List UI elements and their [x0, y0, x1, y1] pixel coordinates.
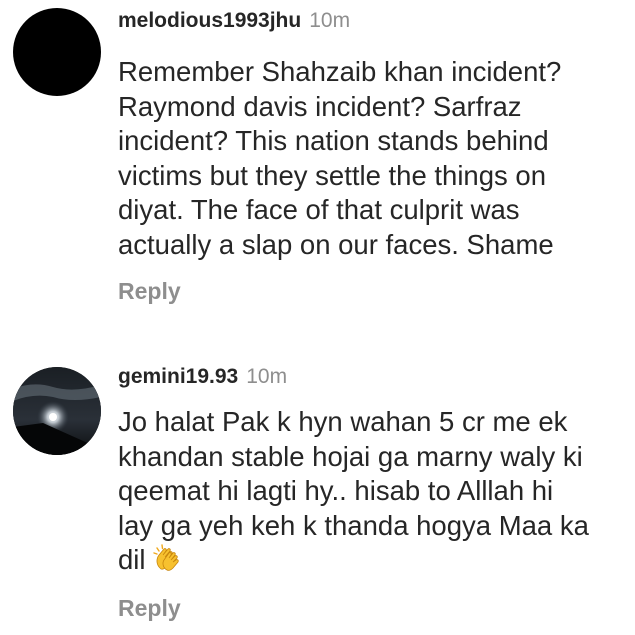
timestamp: 10m	[309, 9, 351, 32]
reply-button[interactable]: Reply	[118, 595, 181, 621]
username[interactable]: melodious1993jhu	[118, 9, 301, 32]
comment-meta: melodious1993jhu 10m	[118, 9, 350, 33]
clapping-hands-icon	[152, 543, 182, 573]
username[interactable]: gemini19.93	[118, 365, 238, 388]
reply-button[interactable]: Reply	[118, 278, 181, 304]
comment-text: Remember Shahzaib khan incident? Raymond…	[118, 56, 562, 260]
night-sky-moon-icon	[13, 367, 101, 455]
avatar[interactable]	[13, 8, 101, 96]
avatar[interactable]	[13, 367, 101, 455]
comment-meta: gemini19.93 10m	[118, 365, 287, 389]
comment-text: Jo halat Pak k hyn wahan 5 cr me ek khan…	[118, 405, 623, 578]
comment-text-content: Jo halat Pak k hyn wahan 5 cr me ek khan…	[118, 406, 589, 576]
timestamp: 10m	[246, 365, 288, 388]
